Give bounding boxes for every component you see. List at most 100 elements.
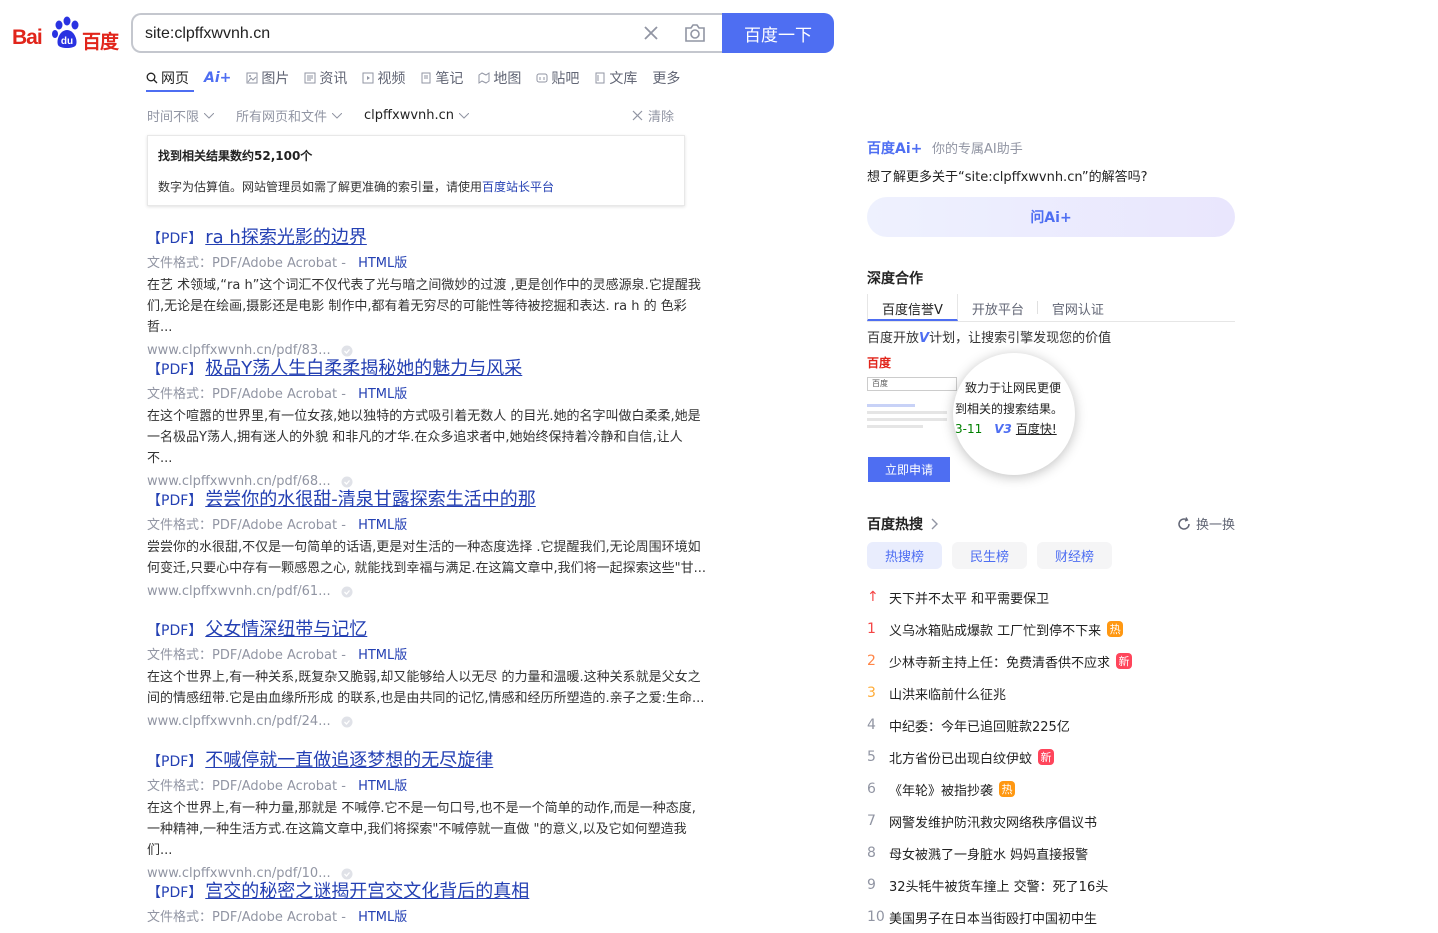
tab-hot-search[interactable]: 热搜榜 <box>867 542 943 569</box>
baidu-logo[interactable]: Bai du 百度 <box>12 14 122 54</box>
hot-item[interactable]: 1 义乌冰箱贴成爆款 工厂忙到停不下来热 <box>867 613 1247 645</box>
hot-item[interactable]: 3 山洪来临前什么征兆 <box>867 677 1247 709</box>
cooperation-heading: 深度合作 <box>867 271 923 287</box>
hot-item[interactable]: 5 北方省份已出现白纹伊蚊新 <box>867 741 1247 773</box>
tab-official-cert[interactable]: 官网认证 <box>1038 294 1118 321</box>
result-title-link[interactable]: 【PDF】 极品Y荡人生白柔柔揭秘她的魅力与风采 <box>147 357 712 382</box>
html-version-link[interactable]: HTML版 <box>358 518 407 533</box>
tab-images[interactable]: 图片 <box>246 66 289 90</box>
type-filter[interactable]: 所有网页和文件 <box>236 106 343 125</box>
hot-text: 网警发维护防汛救灾网络秩序倡议书 <box>889 815 1098 831</box>
search-button[interactable]: 百度一下 <box>722 13 834 53</box>
hot-rank: 9 <box>867 877 876 893</box>
result-meta: 文件格式：PDF/Adobe Acrobat - HTML版 <box>147 386 712 404</box>
camera-icon[interactable] <box>683 22 707 44</box>
html-version-link[interactable]: HTML版 <box>358 256 407 271</box>
tab-video[interactable]: 视频 <box>362 66 405 90</box>
hot-item[interactable]: 9 32头牦牛被货车撞上 交警：死了16头 <box>867 869 1247 901</box>
result-title-link[interactable]: 【PDF】 父女情深纽带与记忆 <box>147 618 712 643</box>
tab-label: 文库 <box>609 71 638 87</box>
tab-wenku[interactable]: 文库 <box>594 66 637 90</box>
domain-filter[interactable]: clpffxwvnh.cn <box>364 106 470 125</box>
verified-icon[interactable] <box>341 345 353 357</box>
time-filter[interactable]: 时间不限 <box>147 106 215 125</box>
new-tag: 新 <box>1038 749 1055 765</box>
search-result: 【PDF】 极品Y荡人生白柔柔揭秘她的魅力与风采 文件格式：PDF/Adobe A… <box>147 357 712 492</box>
tab-label: 地图 <box>493 71 522 87</box>
hot-item[interactable]: 4 中纪委：今年已追回赃款225亿 <box>867 709 1247 741</box>
hot-item[interactable]: 8 母女被溅了一身脏水 妈妈直接报警 <box>867 837 1247 869</box>
hot-item[interactable]: 6 《年轮》被指抄袭热 <box>867 773 1247 805</box>
doc-icon <box>595 72 605 84</box>
verified-icon[interactable] <box>341 716 353 728</box>
result-title-link[interactable]: 【PDF】 不喊停就一直做追逐梦想的无尽旋律 <box>147 749 712 774</box>
result-title-link[interactable]: 【PDF】 尝尝你的水很甜-清泉甘露探索生活中的那 <box>147 488 712 513</box>
tab-map[interactable]: 地图 <box>478 66 521 90</box>
search-result: 【PDF】 父女情深纽带与记忆 文件格式：PDF/Adobe Acrobat - … <box>147 618 712 732</box>
tab-web[interactable]: 网页 <box>146 66 189 90</box>
hot-item[interactable]: 10 美国男子在日本当街殴打中国初中生 <box>867 901 1247 933</box>
result-title: ra h探索光影的边界 <box>205 227 367 248</box>
tab-credit-v[interactable]: 百度信誉V <box>867 294 958 321</box>
hot-text: 美国男子在日本当街殴打中国初中生 <box>889 911 1098 927</box>
html-version-link[interactable]: HTML版 <box>358 387 407 402</box>
hot-text: 天下并不太平 和平需要保卫 <box>889 591 1050 607</box>
clear-search-icon[interactable] <box>641 23 661 43</box>
search-result: 【PDF】 ra h探索光影的边界 文件格式：PDF/Adobe Acrobat … <box>147 226 712 361</box>
desc-pre: 百度开放 <box>867 331 920 346</box>
apply-now-button[interactable]: 立即申请 <box>868 457 950 482</box>
hot-search-list: ↑ 天下并不太平 和平需要保卫 1 义乌冰箱贴成爆款 工厂忙到停不下来热 2 少林寺新… <box>867 581 1247 933</box>
result-url[interactable]: www.clpffxwvnh.cn/pdf/24... <box>147 712 331 732</box>
pdf-tag: 【PDF】 <box>147 754 203 770</box>
html-version-link[interactable]: HTML版 <box>358 779 407 794</box>
magnifier-line: 到相关的搜索结果。 <box>955 402 1064 416</box>
filter-label: clpffxwvnh.cn <box>364 108 455 123</box>
clear-filter-button[interactable]: 清除 <box>632 106 674 125</box>
ask-ai-button[interactable]: 问Ai+ <box>867 197 1235 237</box>
result-url[interactable]: www.clpffxwvnh.cn/pdf/61... <box>147 582 331 602</box>
tab-livelihood[interactable]: 民生榜 <box>952 542 1028 569</box>
magnifier-url-row: 3-11 V3 百度快! <box>955 420 1057 437</box>
hot-item[interactable]: 7 网警发维护防汛救灾网络秩序倡议书 <box>867 805 1247 837</box>
result-title-link[interactable]: 【PDF】 ra h探索光影的边界 <box>147 226 712 251</box>
refresh-button[interactable]: 换一换 <box>1177 514 1235 533</box>
result-abstract: 在这个喧嚣的世界里,有一位女孩,她以独特的方式吸引着无数人 的目光.她的名字叫做… <box>147 409 701 466</box>
mini-baidu-logo: 百度 <box>867 356 892 370</box>
verified-icon[interactable] <box>341 586 353 598</box>
result-count-box: 找到相关结果数约52,100个 数字为估算值。网站管理员如需了解更准确的索引量，… <box>147 135 685 206</box>
tab-open-platform[interactable]: 开放平台 <box>958 294 1038 321</box>
desc-post: 计划，让搜索引擎发现您的价值 <box>929 331 1112 346</box>
tab-label: 视频 <box>377 71 406 87</box>
cooperation-tabs: 百度信誉V 开放平台 官网认证 <box>867 294 1235 322</box>
html-version-link[interactable]: HTML版 <box>358 648 407 663</box>
search-tabs: 网页 Ai+ 图片 资讯 视频 笔记 地图 贴吧 文库 更多 <box>146 66 695 90</box>
hot-search-tabs: 热搜榜 民生榜 财经榜 <box>867 542 1122 569</box>
pdf-tag: 【PDF】 <box>147 231 203 247</box>
html-version-link[interactable]: HTML版 <box>358 910 407 925</box>
webmaster-link[interactable]: 百度站长平台 <box>482 180 554 194</box>
verified-icon[interactable] <box>341 868 353 880</box>
hot-item[interactable]: 2 少林寺新主持上任：免费清香供不应求新 <box>867 645 1247 677</box>
tab-label: 笔记 <box>435 71 464 87</box>
tab-ai[interactable]: Ai+ <box>204 66 231 90</box>
tab-tieba[interactable]: 贴吧 <box>536 66 579 90</box>
search-icon <box>146 72 158 84</box>
hot-rank: 6 <box>867 781 876 797</box>
hot-text: 义乌冰箱贴成爆款 工厂忙到停不下来 <box>889 623 1102 639</box>
pdf-tag: 【PDF】 <box>147 493 203 509</box>
filter-label: 所有网页和文件 <box>236 110 328 125</box>
search-input[interactable] <box>145 22 615 46</box>
clear-filter-label: 清除 <box>648 110 675 125</box>
hot-search-heading[interactable]: 百度热搜 <box>867 514 939 534</box>
result-title: 父女情深纽带与记忆 <box>205 619 368 640</box>
hot-item[interactable]: ↑ 天下并不太平 和平需要保卫 <box>867 581 1247 613</box>
tab-more[interactable]: 更多 <box>652 66 680 90</box>
mini-result-lines <box>867 404 947 432</box>
result-title-link[interactable]: 【PDF】 宫交的秘密之谜揭开宫交文化背后的真相 <box>147 880 712 905</box>
verified-icon[interactable] <box>341 476 353 488</box>
tab-news[interactable]: 资讯 <box>304 66 347 90</box>
result-url-row: www.clpffxwvnh.cn/pdf/61... <box>147 582 712 602</box>
tab-notes[interactable]: 笔记 <box>420 66 463 90</box>
tab-finance[interactable]: 财经榜 <box>1037 542 1113 569</box>
magnifier-date: 3-11 <box>955 421 983 436</box>
